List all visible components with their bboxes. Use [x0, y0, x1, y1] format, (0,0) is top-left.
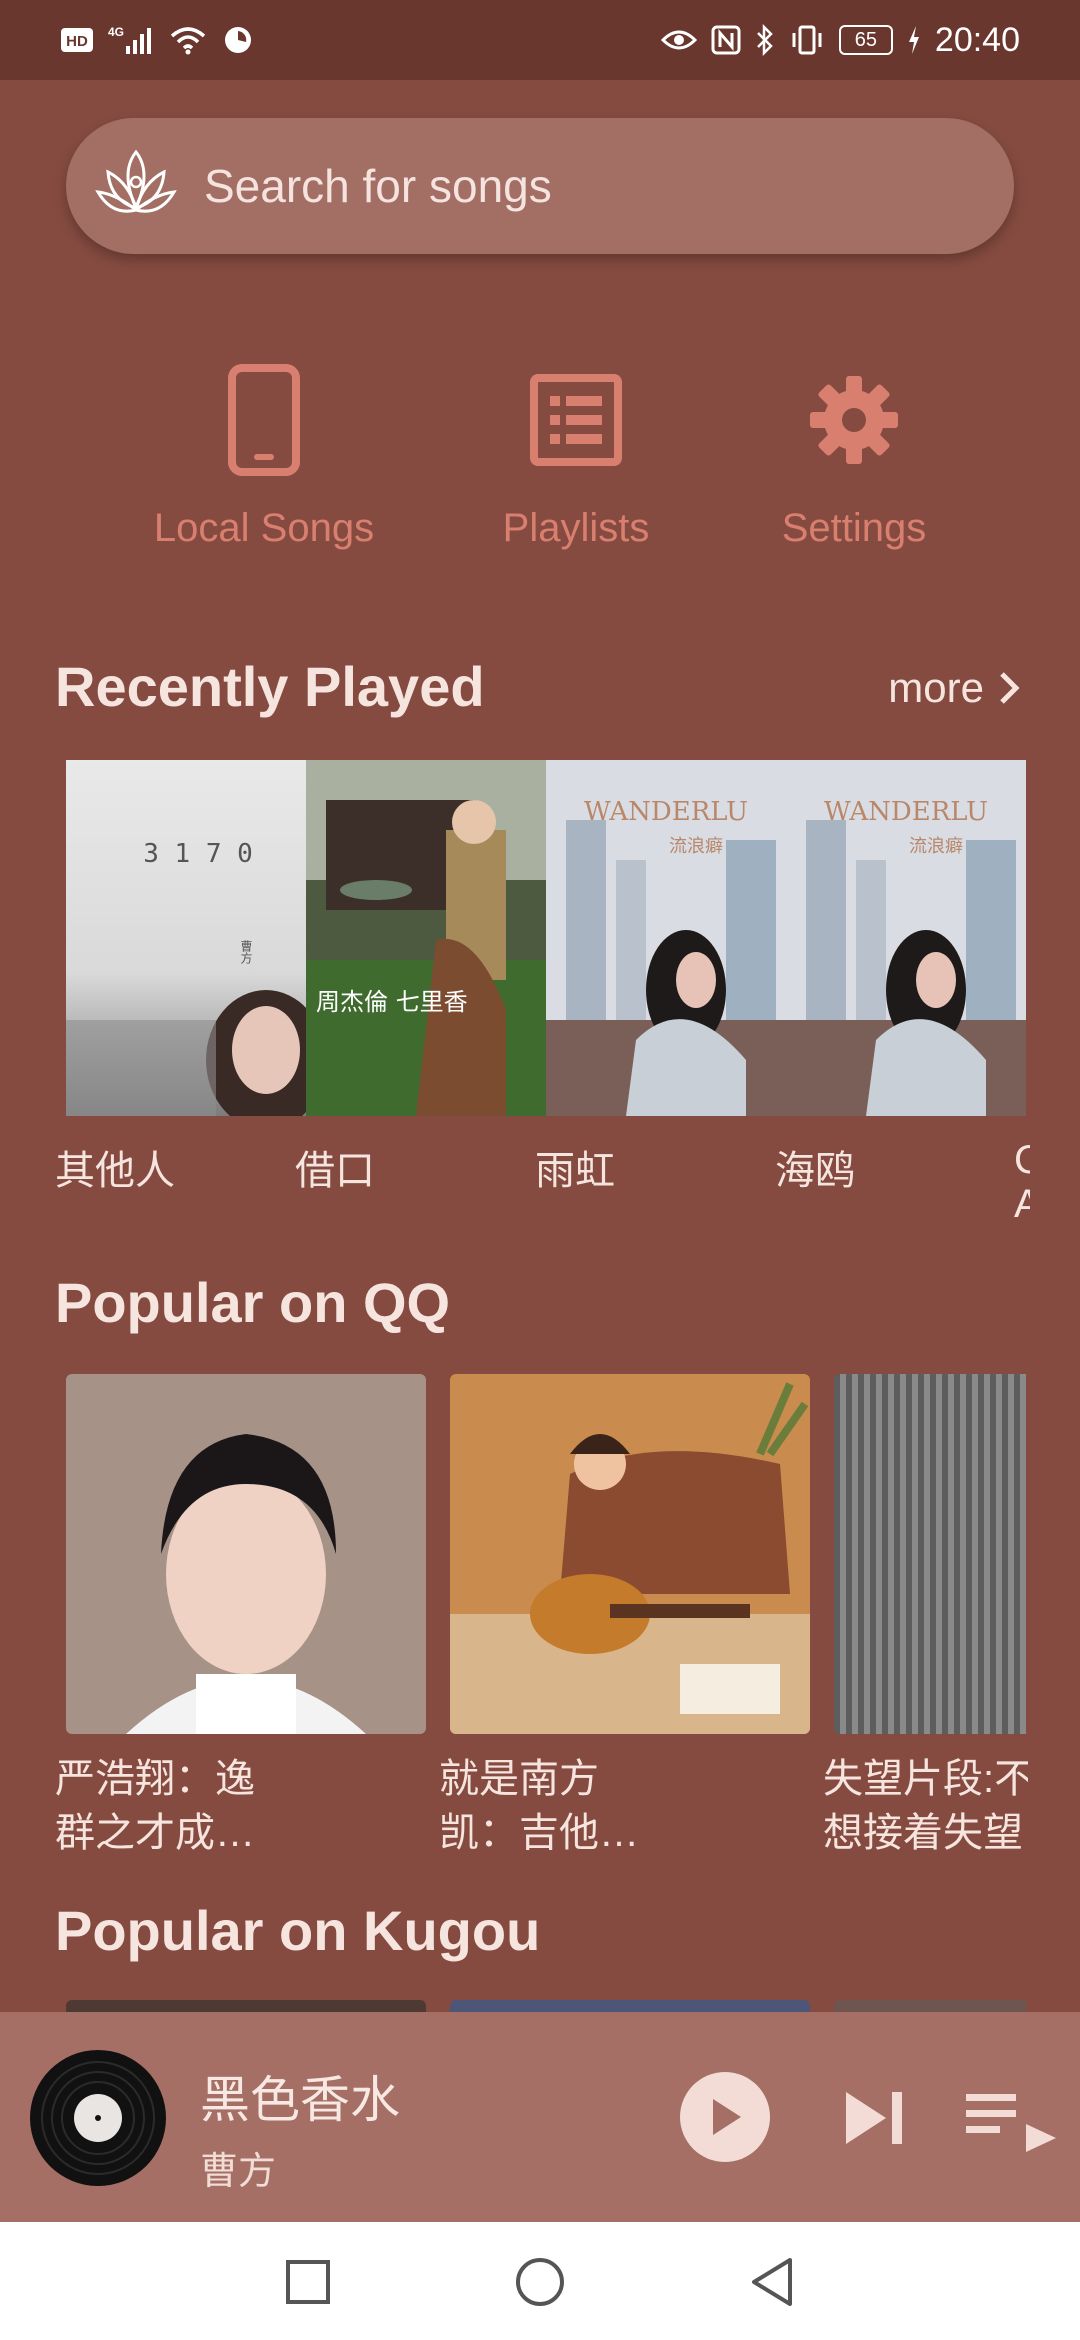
- svg-text:曹方: 曹方: [239, 940, 253, 965]
- qq-item-caption: 就是南方 凯：吉他…: [439, 1757, 639, 1855]
- gear-icon: [734, 360, 974, 480]
- kugou-item-cover[interactable]: [834, 2000, 1026, 2012]
- kugou-item-cover[interactable]: [450, 2000, 810, 2012]
- settings-button[interactable]: Settings: [734, 360, 974, 551]
- svg-text:HD: HD: [66, 33, 88, 50]
- square-icon: [286, 2260, 330, 2304]
- qq-item-cover[interactable]: [834, 1374, 1026, 1734]
- search-input[interactable]: Search for songs: [204, 159, 552, 213]
- queue-icon[interactable]: [966, 2082, 1060, 2162]
- back-button[interactable]: [742, 2252, 802, 2312]
- play-button[interactable]: [680, 2072, 770, 2162]
- recent-item-cover[interactable]: WANDERLU 流浪癖: [546, 760, 786, 1116]
- wifi-icon: [168, 24, 208, 56]
- phone-icon: [144, 360, 384, 480]
- qq-item-caption: 失望片段:不 想接着失望: [823, 1757, 1028, 1855]
- popular-kugou-row: [66, 2000, 1026, 2012]
- svg-text:流浪癖: 流浪癖: [909, 836, 963, 856]
- skip-next-icon[interactable]: [836, 2078, 916, 2158]
- recent-item-title: 雨虹: [535, 1149, 615, 1193]
- nfc-icon: [711, 25, 741, 55]
- recently-played-title: Recently Played: [55, 655, 485, 718]
- status-bar: HD 4G 65 20:40: [0, 0, 1080, 80]
- sync-icon: [222, 24, 254, 56]
- 4g-signal-icon: 4G: [108, 24, 154, 56]
- svg-text:4G: 4G: [108, 25, 124, 39]
- recent-item-cover[interactable]: 周杰倫 七里香: [306, 760, 546, 1116]
- playlists-button[interactable]: Playlists: [456, 360, 696, 551]
- more-label: more: [888, 664, 984, 711]
- recently-played-row: 3 1 7 0 曹方 周杰倫 七里香 WANDERLU 流浪癖 WANDERLU…: [66, 760, 1026, 1120]
- circle-icon: [516, 2258, 564, 2306]
- playlists-label: Playlists: [502, 506, 650, 550]
- now-playing-bar[interactable]: 黑色香水 曹方: [0, 2012, 1080, 2222]
- hd-icon: HD: [60, 26, 94, 54]
- charging-icon: [907, 25, 921, 55]
- vibrate-icon: [789, 24, 825, 56]
- qq-item-cover[interactable]: [66, 1374, 426, 1734]
- recent-item-cover[interactable]: WANDERLU 流浪癖: [786, 760, 1026, 1116]
- svg-text:WANDERLU: WANDERLU: [824, 797, 988, 827]
- popular-qq-row: [66, 1374, 1026, 1736]
- now-playing-artist: 曹方: [200, 2151, 277, 2193]
- play-icon: [713, 2099, 741, 2135]
- vinyl-disc-icon: [30, 2050, 166, 2186]
- bluetooth-icon: [755, 24, 775, 56]
- chevron-right-icon: [1000, 672, 1020, 704]
- system-nav-bar: [0, 2222, 1080, 2340]
- recent-item-cover[interactable]: 3 1 7 0 曹方: [66, 760, 326, 1120]
- list-icon: [456, 360, 696, 480]
- status-right: 65 20:40: [660, 20, 1020, 60]
- eye-icon: [660, 28, 697, 52]
- more-button[interactable]: more: [888, 664, 1022, 712]
- recent-item-title: 海鸥: [775, 1149, 855, 1193]
- quick-actions: Local Songs Playlists Settings: [0, 360, 1080, 570]
- now-playing-title: 黑色香水: [200, 2072, 400, 2128]
- recent-item-title: 借口: [295, 1149, 375, 1193]
- svg-text:流浪癖: 流浪癖: [669, 836, 723, 856]
- recent-item-title: 其他人: [55, 1149, 175, 1193]
- search-bar[interactable]: Search for songs: [66, 118, 1014, 254]
- popular-qq-title: Popular on QQ: [55, 1271, 451, 1334]
- svg-text:3 1 7 0: 3 1 7 0: [143, 839, 253, 869]
- status-left: HD 4G: [60, 24, 254, 56]
- status-time: 20:40: [934, 20, 1020, 59]
- settings-label: Settings: [781, 506, 927, 550]
- recent-item-title-partial: C A: [1014, 1138, 1030, 1226]
- popular-kugou-title: Popular on Kugou: [55, 1899, 541, 1962]
- qq-item-caption: 严浩翔：逸 群之才成…: [55, 1757, 255, 1855]
- triangle-back-icon: [752, 2258, 792, 2306]
- home-button[interactable]: [510, 2252, 570, 2312]
- svg-text:周杰倫 七里香: 周杰倫 七里香: [316, 988, 468, 1016]
- recent-apps-button[interactable]: [278, 2252, 338, 2312]
- svg-text:WANDERLU: WANDERLU: [584, 797, 748, 827]
- battery-indicator: 65: [838, 25, 893, 55]
- local-songs-label: Local Songs: [153, 506, 375, 550]
- local-songs-button[interactable]: Local Songs: [144, 360, 384, 551]
- kugou-item-cover[interactable]: [66, 2000, 426, 2012]
- qq-item-cover[interactable]: [450, 1374, 810, 1734]
- lotus-logo-icon: [95, 149, 177, 213]
